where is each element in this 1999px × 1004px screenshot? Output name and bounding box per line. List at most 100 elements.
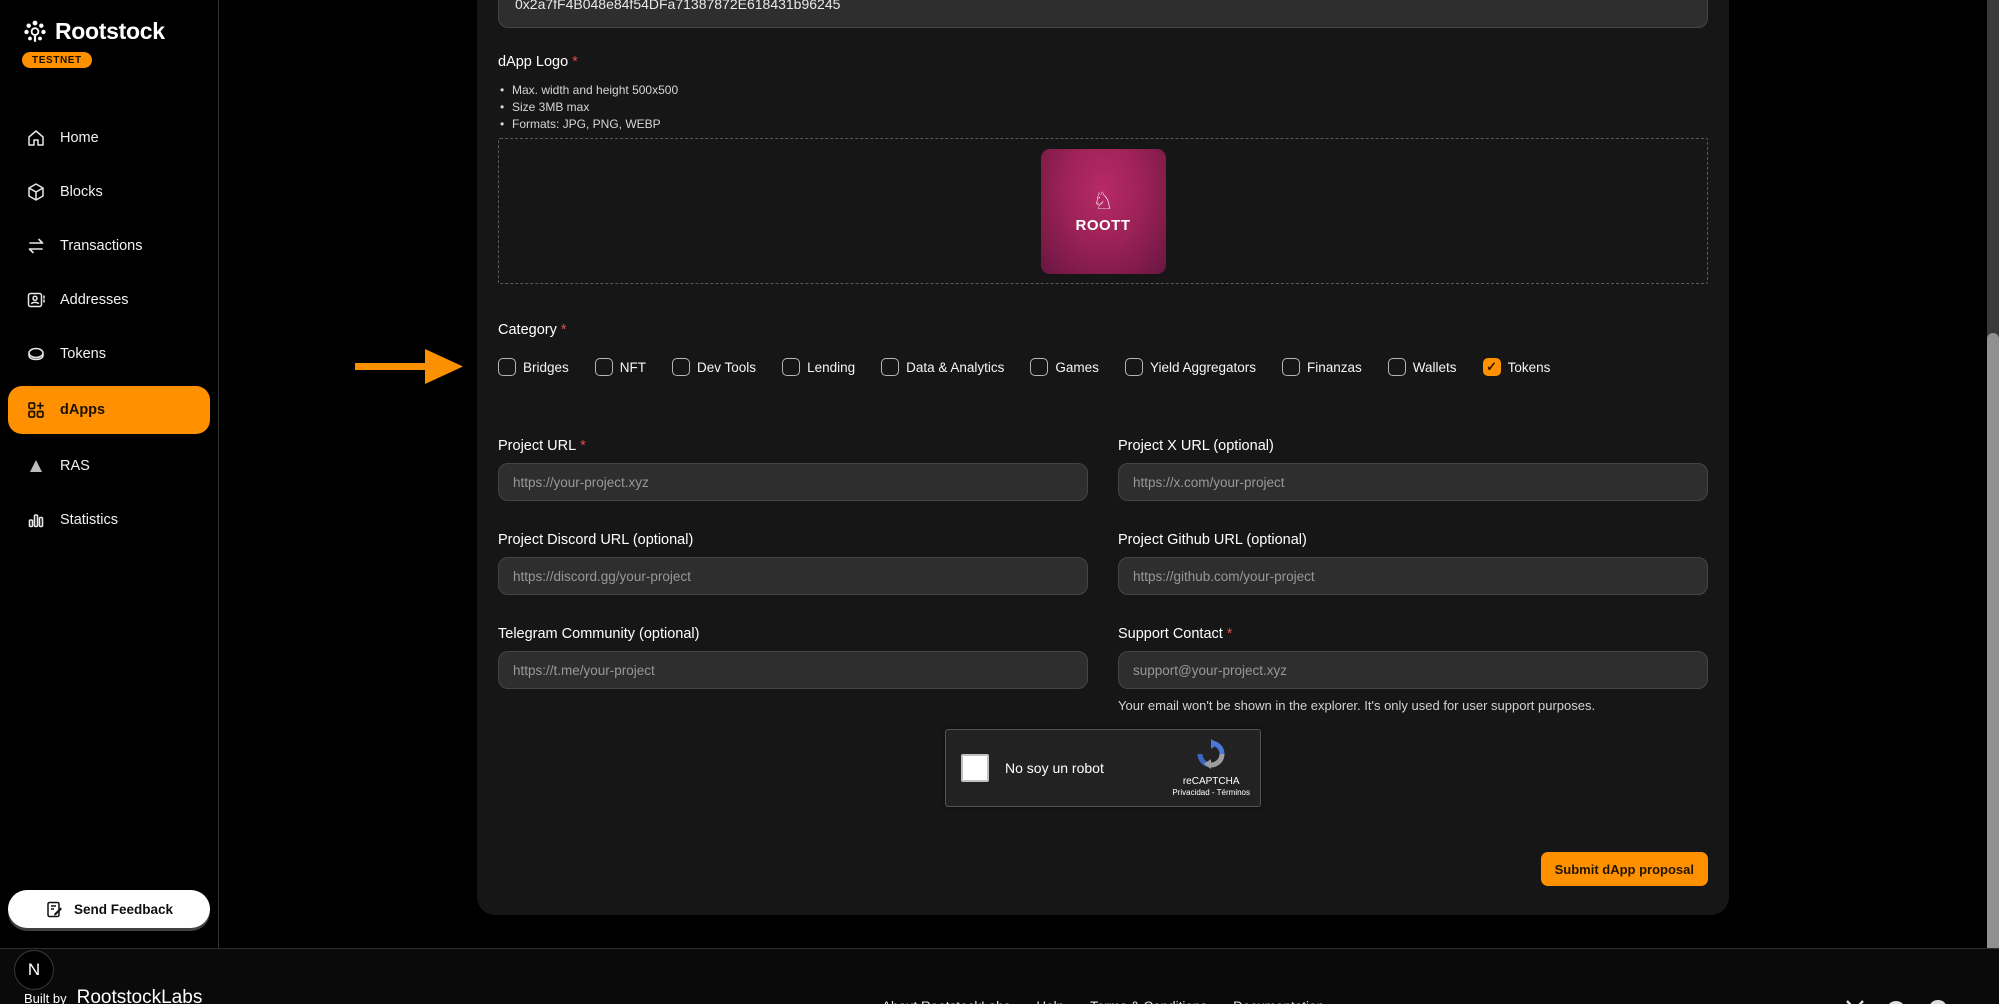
- category-option-dev-tools[interactable]: Dev Tools: [672, 358, 756, 376]
- checkbox-icon[interactable]: [1388, 358, 1406, 376]
- logo-requirements: Max. width and height 500x500 Size 3MB m…: [498, 82, 1708, 133]
- checkbox-icon[interactable]: [881, 358, 899, 376]
- sidebar-item-home[interactable]: Home: [8, 116, 210, 160]
- support-contact-helper: Your email won't be shown in the explore…: [1118, 698, 1708, 713]
- telegram-community-input[interactable]: [498, 651, 1088, 689]
- built-by-label: Built by: [24, 991, 67, 1004]
- checkbox-icon[interactable]: [1030, 358, 1048, 376]
- sidebar-item-label: Blocks: [60, 184, 103, 200]
- sidebar-item-tokens[interactable]: Tokens: [8, 332, 210, 376]
- category-option-lending[interactable]: Lending: [782, 358, 855, 376]
- checkbox-icon[interactable]: [672, 358, 690, 376]
- footer-link-terms[interactable]: Terms & Conditions: [1090, 999, 1207, 1004]
- logo-requirement: Size 3MB max: [498, 99, 1708, 116]
- project-url-input[interactable]: [498, 463, 1088, 501]
- home-icon: [26, 128, 46, 148]
- field-label: Project URL: [498, 438, 576, 454]
- checkbox-icon[interactable]: [1125, 358, 1143, 376]
- x-icon[interactable]: [1845, 999, 1865, 1004]
- checkbox-icon[interactable]: [1282, 358, 1300, 376]
- checkbox-icon[interactable]: [782, 358, 800, 376]
- tokens-icon: [26, 344, 46, 364]
- url-fields: Project URL* Project X URL (optional) Pr…: [498, 438, 1708, 713]
- category-option-games[interactable]: Games: [1030, 358, 1099, 376]
- send-feedback-button[interactable]: Send Feedback: [8, 890, 210, 928]
- category-option-nft[interactable]: NFT: [595, 358, 646, 376]
- recaptcha-widget: No soy un robot reCAPTCHA Privacidad - T…: [945, 729, 1261, 807]
- footer: N Built by RootstockLabs About Rootstock…: [0, 948, 1999, 1004]
- sidebar-item-blocks[interactable]: Blocks: [8, 170, 210, 214]
- category-option-label: Yield Aggregators: [1150, 360, 1256, 375]
- sidebar-item-label: Addresses: [60, 292, 129, 308]
- rootstocklabs-link[interactable]: RootstockLabs: [77, 987, 203, 1004]
- sidebar-item-label: Home: [60, 130, 99, 146]
- submit-dapp-proposal-button[interactable]: Submit dApp proposal: [1541, 852, 1708, 886]
- recaptcha-label: No soy un robot: [1005, 760, 1104, 776]
- rootstock-logo-icon: [22, 19, 48, 45]
- category-option-label: Games: [1055, 360, 1099, 375]
- checkbox-icon[interactable]: [1483, 358, 1501, 376]
- category-option-label: Finanzas: [1307, 360, 1362, 375]
- category-option-label: NFT: [620, 360, 646, 375]
- annotation-arrow-icon: [353, 346, 465, 386]
- category-option-label: Lending: [807, 360, 855, 375]
- nextjs-dev-badge[interactable]: N: [14, 950, 54, 990]
- brand-name: Rootstock: [55, 18, 165, 45]
- sidebar-item-addresses[interactable]: Addresses: [8, 278, 210, 322]
- testnet-badge: TESTNET: [22, 52, 92, 68]
- footer-socials: [1845, 999, 1949, 1004]
- sidebar-item-label: RAS: [60, 458, 90, 474]
- category-label: Category*: [498, 322, 1708, 338]
- category-option-data-analytics[interactable]: Data & Analytics: [881, 358, 1004, 376]
- footer-link-documentation[interactable]: Documentation: [1233, 999, 1324, 1004]
- brand[interactable]: Rootstock TESTNET: [0, 0, 218, 68]
- category-option-yield-aggregators[interactable]: Yield Aggregators: [1125, 358, 1256, 376]
- footer-link-about[interactable]: About RootstockLabs: [882, 999, 1010, 1004]
- category-option-label: Data & Analytics: [906, 360, 1004, 375]
- sidebar-item-ras[interactable]: RAS: [8, 444, 210, 488]
- support-contact-input[interactable]: [1118, 651, 1708, 689]
- sidebar-item-statistics[interactable]: Statistics: [8, 498, 210, 542]
- category-options: Bridges NFT Dev Tools Lending Data & Ana…: [498, 358, 1708, 376]
- category-option-tokens[interactable]: Tokens: [1483, 358, 1551, 376]
- scrollbar-thumb[interactable]: [1987, 333, 1999, 989]
- field-project-url: Project URL*: [498, 438, 1088, 501]
- discord-icon[interactable]: [1885, 999, 1907, 1004]
- recaptcha-checkbox[interactable]: [961, 754, 989, 782]
- knight-icon: ♘: [1092, 189, 1114, 213]
- sidebar-item-transactions[interactable]: Transactions: [8, 224, 210, 268]
- field-label: Category: [498, 322, 557, 338]
- category-option-finanzas[interactable]: Finanzas: [1282, 358, 1362, 376]
- sidebar-item-label: Tokens: [60, 346, 106, 362]
- sidebar-item-dapps[interactable]: dApps: [8, 386, 210, 434]
- statistics-icon: [26, 510, 46, 530]
- field-project-github-url: Project Github URL (optional): [1118, 532, 1708, 595]
- project-github-url-input[interactable]: [1118, 557, 1708, 595]
- submit-row: Submit dApp proposal: [498, 852, 1708, 886]
- sidebar-item-label: Transactions: [60, 238, 142, 254]
- footer-link-help[interactable]: Help: [1036, 999, 1064, 1004]
- field-label: Project Github URL (optional): [1118, 532, 1307, 548]
- rootstock-explorer-page: Rootstock TESTNET Home Blocks: [0, 0, 1999, 1004]
- recaptcha-links[interactable]: Privacidad - Términos: [1172, 788, 1250, 797]
- checkbox-icon[interactable]: [498, 358, 516, 376]
- sidebar-nav: Home Blocks Transactions: [0, 116, 218, 542]
- checkbox-icon[interactable]: [595, 358, 613, 376]
- github-icon[interactable]: [1927, 999, 1949, 1004]
- contract-address-input[interactable]: [498, 0, 1708, 28]
- recaptcha-brand-name: reCAPTCHA: [1172, 776, 1250, 787]
- field-label: Project Discord URL (optional): [498, 532, 693, 548]
- category-option-wallets[interactable]: Wallets: [1388, 358, 1457, 376]
- project-discord-url-input[interactable]: [498, 557, 1088, 595]
- field-project-x-url: Project X URL (optional): [1118, 438, 1708, 501]
- category-option-bridges[interactable]: Bridges: [498, 358, 569, 376]
- required-asterisk: *: [561, 322, 567, 338]
- logo-preview-tile: ♘ ROOTT: [1041, 149, 1166, 274]
- logo-preview-name: ROOTT: [1076, 217, 1131, 234]
- transactions-icon: [26, 236, 46, 256]
- project-x-url-input[interactable]: [1118, 463, 1708, 501]
- required-asterisk: *: [572, 54, 578, 70]
- category-option-label: Dev Tools: [697, 360, 756, 375]
- built-by: Built by RootstockLabs: [24, 987, 202, 1004]
- logo-upload-dropzone[interactable]: ♘ ROOTT: [498, 138, 1708, 284]
